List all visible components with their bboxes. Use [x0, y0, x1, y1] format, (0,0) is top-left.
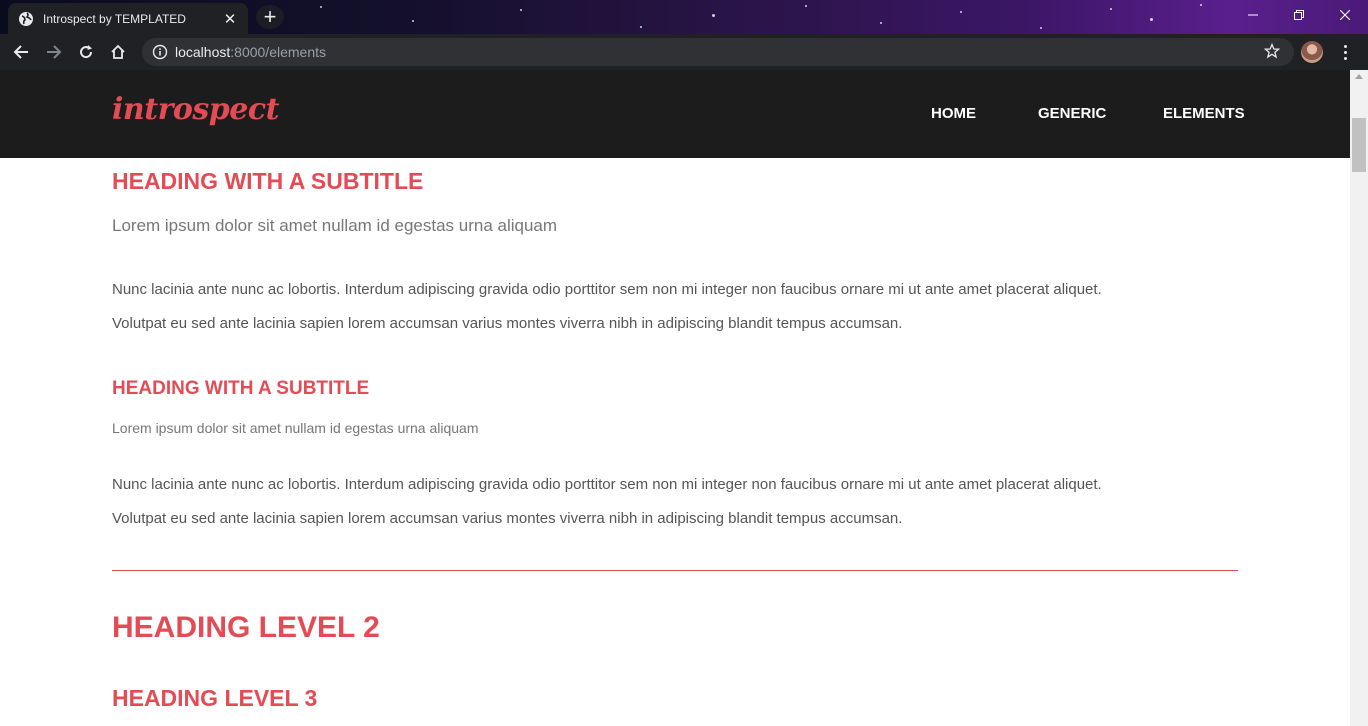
scrollbar-thumb[interactable]: [1352, 118, 1366, 172]
nav-elements-link[interactable]: ELEMENTS: [1163, 105, 1245, 122]
browser-toolbar: localhost :8000/elements: [0, 34, 1368, 70]
section1-heading: HEADING WITH A SUBTITLE: [112, 168, 424, 194]
section1-paragraph: Nunc lacinia ante nunc ac lobortis. Inte…: [112, 273, 1238, 341]
reload-icon[interactable]: [74, 40, 98, 64]
profile-avatar[interactable]: [1301, 41, 1323, 63]
section1-subtitle: Lorem ipsum dolor sit amet nullam id ege…: [112, 216, 558, 235]
home-icon[interactable]: [106, 40, 130, 64]
address-bar[interactable]: localhost :8000/elements: [142, 38, 1294, 66]
section1-paragraph-line1: Nunc lacinia ante nunc ac lobortis. Inte…: [112, 281, 1102, 298]
minimize-button[interactable]: [1230, 0, 1276, 30]
scroll-up-arrow-icon[interactable]: [1355, 74, 1363, 79]
section1-paragraph-line2: Volutpat eu sed ante lacinia sapien lore…: [112, 315, 903, 332]
section2-heading: HEADING WITH A SUBTITLE: [112, 378, 370, 399]
info-icon[interactable]: [152, 44, 168, 60]
browser-titlebar: Introspect by TEMPLATED ✕ +: [0, 0, 1368, 34]
restore-button[interactable]: [1276, 0, 1322, 30]
url-host: localhost: [175, 44, 231, 60]
tab-title: Introspect by TEMPLATED: [43, 11, 186, 26]
heading-level-3: HEADING LEVEL 3: [112, 685, 318, 711]
back-arrow-icon[interactable]: [9, 40, 33, 64]
page-scrollbar[interactable]: [1350, 70, 1368, 726]
close-tab-icon[interactable]: ✕: [222, 10, 238, 28]
new-tab-button[interactable]: +: [256, 5, 284, 29]
section2-paragraph-line2: Volutpat eu sed ante lacinia sapien lore…: [112, 510, 903, 527]
nav-generic-link[interactable]: GENERIC: [1038, 105, 1106, 122]
heading-level-2: HEADING LEVEL 2: [112, 611, 380, 644]
site-header: introspect HOME GENERIC ELEMENTS: [0, 70, 1350, 158]
section2-paragraph: Nunc lacinia ante nunc ac lobortis. Inte…: [112, 468, 1238, 536]
nav-home-link[interactable]: HOME: [931, 105, 976, 122]
page-viewport: introspect HOME GENERIC ELEMENTS HEADING…: [0, 70, 1350, 726]
site-logo[interactable]: introspect: [112, 92, 279, 127]
divider: [112, 570, 1238, 571]
url-path: :8000/elements: [230, 44, 326, 60]
section2-paragraph-line1: Nunc lacinia ante nunc ac lobortis. Inte…: [112, 476, 1102, 493]
browser-tab[interactable]: Introspect by TEMPLATED ✕: [8, 3, 248, 34]
section2-subtitle: Lorem ipsum dolor sit amet nullam id ege…: [112, 420, 479, 436]
globe-icon: [18, 11, 34, 27]
forward-arrow-icon[interactable]: [42, 40, 66, 64]
kebab-menu-icon[interactable]: [1335, 41, 1355, 63]
close-window-button[interactable]: [1322, 0, 1368, 30]
bookmark-star-icon[interactable]: [1263, 42, 1281, 64]
